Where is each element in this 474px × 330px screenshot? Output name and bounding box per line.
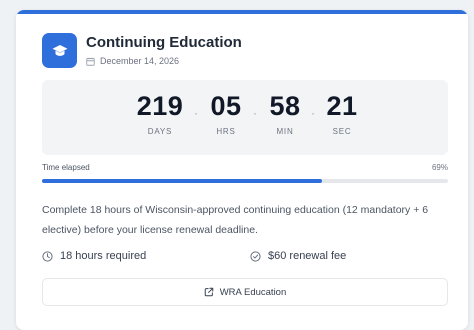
countdown-separator: ·	[311, 106, 315, 120]
hours-value: 05	[210, 91, 242, 121]
minutes-label: MIN	[276, 127, 294, 136]
deadline-date-text: December 14, 2026	[100, 56, 180, 66]
card-accent-bar	[16, 10, 468, 14]
check-circle-icon	[250, 250, 261, 262]
continuing-education-card: Continuing Education December 14, 2026 2…	[16, 10, 468, 330]
wra-education-link-button[interactable]: WRA Education	[42, 278, 448, 306]
wra-education-link-label: WRA Education	[219, 286, 287, 298]
countdown-hours: 05 HRS	[203, 90, 249, 136]
countdown-days: 219 DAYS	[130, 90, 190, 136]
seconds-value: 21	[326, 91, 358, 121]
days-label: DAYS	[147, 127, 173, 136]
card-title: Continuing Education	[86, 34, 242, 51]
clock-icon	[42, 250, 53, 262]
time-elapsed-progress-bar	[42, 179, 448, 183]
days-value: 219	[136, 91, 184, 121]
hours-required-text: 18 hours required	[60, 250, 147, 262]
countdown-separator: ·	[194, 106, 198, 120]
hours-label: HRS	[216, 127, 236, 136]
countdown-separator: ·	[253, 106, 257, 120]
deadline-date: December 14, 2026	[86, 56, 179, 66]
renewal-fee: $60 renewal fee	[250, 250, 346, 262]
requirement-description: Complete 18 hours of Wisconsin-approved …	[42, 204, 429, 236]
countdown-timer: 219 DAYS · 05 HRS · 58 MIN · 21 SEC	[42, 80, 448, 155]
graduation-cap-icon	[42, 33, 77, 68]
time-elapsed-label: Time elapsed	[42, 163, 90, 172]
minutes-value: 58	[269, 91, 301, 121]
calendar-icon	[86, 57, 95, 66]
time-elapsed-percent: 69%	[431, 163, 448, 172]
countdown-minutes: 58 MIN	[262, 90, 308, 136]
external-link-icon	[204, 287, 213, 297]
renewal-fee-text: $60 renewal fee	[268, 250, 347, 262]
hours-required: 18 hours required	[42, 250, 146, 262]
progress-fill	[42, 179, 323, 183]
countdown-seconds: 21 SEC	[319, 90, 365, 136]
seconds-label: SEC	[332, 127, 352, 136]
